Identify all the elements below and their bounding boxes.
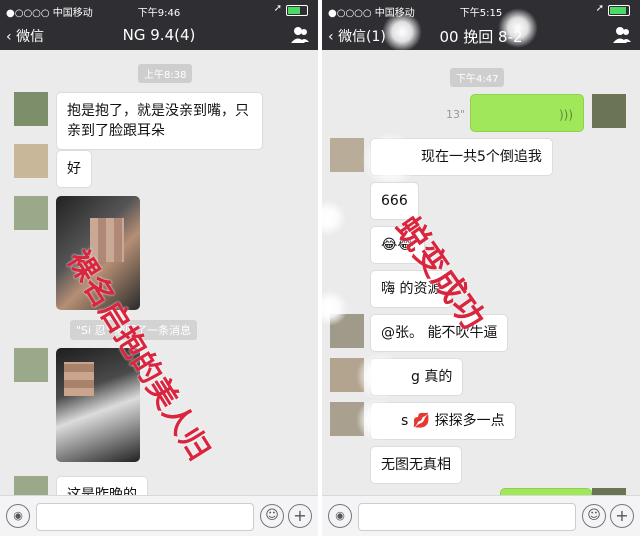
avatar[interactable]: [14, 196, 48, 230]
message-timestamp: 下午4:47: [450, 68, 505, 87]
message-timestamp: 上午8:38: [138, 64, 193, 83]
avatar[interactable]: [14, 92, 48, 126]
message-input[interactable]: [358, 503, 576, 531]
contact-info-icon[interactable]: [290, 25, 310, 45]
sparkle-decoration: [362, 132, 418, 188]
battery-icon: [286, 5, 308, 16]
input-bar: ◉ ☺ +: [0, 495, 318, 536]
message-bubble: 抱是抱了，就是没亲到嘴，只亲到了脸跟耳朵: [56, 92, 263, 150]
sparkle-decoration: [356, 352, 404, 400]
sparkle-decoration: [382, 12, 422, 52]
contact-info-icon[interactable]: [612, 25, 632, 45]
location-icon: ➚: [595, 3, 604, 14]
chat-header: ‹ 微信 NG 9.4(4): [0, 20, 318, 50]
status-bar: ●○○○○ 中国移动 下午5:15 ➚: [322, 0, 640, 20]
voice-duration: 13": [446, 108, 466, 121]
status-time: 下午9:46: [137, 8, 181, 19]
battery-icon: [608, 5, 630, 16]
emoji-icon[interactable]: ☺: [260, 504, 284, 528]
mosaic-blur: [64, 362, 94, 396]
status-bar: ●○○○○ 中国移动 下午9:46 ➚: [0, 0, 318, 20]
voice-toggle-icon[interactable]: ◉: [6, 504, 30, 528]
sparkle-decoration: [322, 200, 346, 236]
voice-message-bubble[interactable]: ))): [470, 94, 584, 132]
message-bubble: 无图无真相: [370, 446, 462, 484]
message-bubble: @张。 能不吹牛逼: [370, 314, 509, 352]
chat-screen-left: ●○○○○ 中国移动 下午9:46 ➚ ‹ 微信 NG 9.4(4) 上午8:3…: [0, 0, 318, 536]
input-bar: ◉ ☺ +: [322, 495, 640, 536]
avatar[interactable]: [14, 144, 48, 178]
voice-toggle-icon[interactable]: ◉: [328, 504, 352, 528]
chat-title: 00 挽回 8-2: [439, 28, 523, 46]
message-input[interactable]: [36, 503, 254, 531]
chat-title: NG 9.4(4): [122, 26, 196, 44]
message-bubble: 好: [56, 150, 92, 188]
plus-icon[interactable]: +: [610, 504, 634, 528]
sparkle-decoration: [356, 398, 400, 442]
avatar[interactable]: [14, 348, 48, 382]
sparkle-decoration: [498, 8, 538, 48]
chat-header: ‹ 微信(1) 00 挽回 8-2: [322, 20, 640, 50]
emoji-icon[interactable]: ☺: [582, 504, 606, 528]
avatar[interactable]: [330, 138, 364, 172]
status-time: 下午5:15: [459, 8, 503, 19]
avatar[interactable]: [592, 94, 626, 128]
chat-screen-right: ●○○○○ 中国移动 下午5:15 ➚ ‹ 微信(1) 00 挽回 8-2 下午…: [322, 0, 640, 536]
voice-wave-icon: ))): [558, 108, 573, 122]
location-icon: ➚: [273, 3, 282, 14]
plus-icon[interactable]: +: [288, 504, 312, 528]
